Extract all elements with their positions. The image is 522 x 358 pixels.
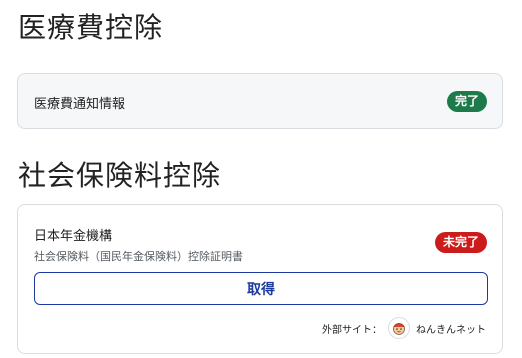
medical-notice-card[interactable]: 医療費通知情報 完了: [17, 73, 503, 129]
acquire-button[interactable]: 取得: [34, 272, 488, 305]
external-site-prefix: 外部サイト：: [322, 324, 382, 336]
deductions-page: 医療費控除 医療費通知情報 完了 社会保険料控除 日本年金機構 社会保険料（国民…: [0, 0, 522, 358]
status-badge-complete: 完了: [446, 91, 487, 112]
nenkin-mascot-icon[interactable]: [388, 317, 410, 339]
external-site-name[interactable]: ねんきんネット: [416, 321, 486, 336]
medical-notice-label: 医療費通知情報: [34, 97, 126, 112]
social-insurance-deduction-title: 社会保険料控除: [18, 159, 222, 192]
nenkin-org-label: 日本年金機構: [34, 229, 113, 244]
status-badge-incomplete: 未完了: [434, 232, 487, 253]
nenkin-card: 日本年金機構 社会保険料（国民年金保険料）控除証明書 未完了 取得 外部サイト：…: [17, 204, 503, 354]
nenkin-document-label: 社会保険料（国民年金保険料）控除証明書: [34, 250, 243, 263]
external-site-link: 外部サイト： ねんきんネット: [322, 317, 486, 339]
medical-deduction-title: 医療費控除: [18, 11, 164, 44]
